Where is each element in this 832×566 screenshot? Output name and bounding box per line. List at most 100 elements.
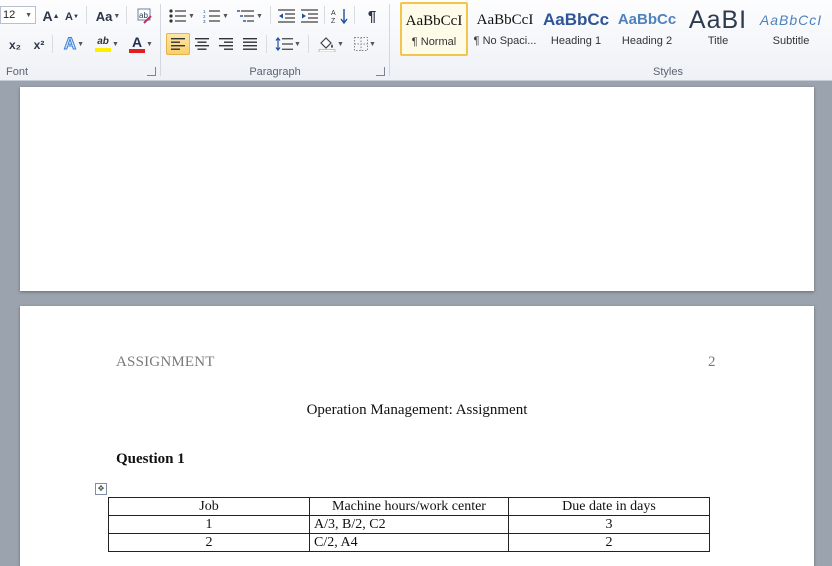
table-cell: 1 — [108, 515, 310, 534]
style-title[interactable]: AaBI Title — [684, 2, 752, 56]
svg-text:Z: Z — [331, 18, 336, 24]
caret-down-icon: ▼ — [73, 14, 79, 20]
table-header-cell: Job — [108, 497, 310, 516]
table-cell: A/3, B/2, C2 — [309, 515, 509, 534]
separator — [52, 35, 53, 53]
paragraph-dialog-launcher[interactable] — [376, 67, 385, 76]
chevron-down-icon: ▼ — [222, 12, 229, 20]
table-header-cell: Due date in days — [508, 497, 710, 516]
table-row: 1 A/3, B/2, C2 3 — [108, 515, 710, 534]
font-group-label: Font — [6, 66, 29, 78]
font-dialog-launcher[interactable] — [147, 67, 156, 76]
table-row: 2 C/2, A4 2 — [108, 533, 710, 552]
style-normal[interactable]: AaBbCcI ¶ Normal — [400, 2, 468, 56]
grow-font-button[interactable]: A ▲ — [40, 5, 62, 27]
line-spacing-icon — [275, 37, 294, 51]
chevron-down-icon: ▼ — [112, 40, 119, 48]
table-cell: 3 — [508, 515, 710, 534]
styles-gallery: AaBbCcI ¶ Normal AaBbCcI ¶ No Spaci... A… — [394, 0, 832, 62]
table-move-handle-icon[interactable]: ✥ — [95, 483, 107, 495]
chevron-down-icon: ▼ — [188, 12, 195, 20]
increase-indent-button[interactable] — [298, 5, 322, 27]
chevron-down-icon: ▼ — [337, 40, 344, 48]
table-cell: 2 — [108, 533, 310, 552]
highlight-color-bar — [95, 48, 112, 52]
justify-button[interactable] — [238, 33, 262, 55]
highlight-button[interactable]: ab ▼ — [90, 33, 124, 55]
page-number: 2 — [708, 354, 716, 370]
ribbon: 12 ▼ A ▲ A ▼ Aa ▼ ab x₂ x² A ▼ ab ▼ A ▼ … — [0, 0, 832, 81]
align-right-button[interactable] — [214, 33, 238, 55]
svg-text:A: A — [331, 10, 336, 17]
group-separator — [160, 4, 161, 76]
bullets-button[interactable]: ▼ — [166, 5, 198, 27]
chevron-down-icon: ▼ — [113, 12, 121, 20]
paragraph-group: ▼ 1 2 3 ▼ ▼ AZ ¶ ▼ ▼ ▼ Paragraph — [162, 0, 388, 80]
chevron-down-icon: ▼ — [294, 40, 301, 48]
shading-bucket-icon — [318, 37, 336, 52]
change-case-button[interactable]: Aa ▼ — [92, 5, 124, 27]
decrease-indent-button[interactable] — [275, 5, 299, 27]
bullets-icon — [169, 9, 187, 23]
shading-button[interactable]: ▼ — [314, 33, 348, 55]
separator — [86, 6, 87, 24]
superscript-button[interactable]: x² — [28, 34, 50, 56]
chevron-down-icon: ▼ — [77, 40, 85, 48]
show-formatting-marks-button[interactable]: ¶ — [360, 5, 384, 27]
align-left-icon — [171, 38, 185, 50]
font-size-value: 12 — [3, 9, 16, 21]
shrink-font-button[interactable]: A ▼ — [62, 6, 82, 28]
align-center-button[interactable] — [190, 33, 214, 55]
table-cell: C/2, A4 — [309, 533, 509, 552]
justify-icon — [243, 38, 257, 50]
font-color-bar — [129, 48, 146, 53]
separator — [270, 6, 271, 24]
paragraph-group-label: Paragraph — [249, 66, 301, 78]
text-effects-button[interactable]: A ▼ — [58, 33, 90, 55]
separator — [354, 6, 355, 24]
separator — [324, 6, 325, 24]
chevron-down-icon: ▼ — [25, 12, 32, 19]
caret-up-icon: ▲ — [52, 12, 60, 20]
separator — [308, 35, 309, 53]
table-cell: 2 — [508, 533, 710, 552]
style-subtitle[interactable]: AaBbCcI Subtitle — [755, 2, 827, 56]
question-heading: Question 1 — [116, 451, 185, 467]
svg-text:3: 3 — [203, 19, 206, 23]
clear-formatting-button[interactable]: ab — [133, 5, 157, 27]
align-right-icon — [219, 38, 233, 50]
styles-group-label: Styles — [653, 66, 683, 78]
font-color-button[interactable]: A ▼ — [124, 33, 158, 55]
table-header-row: Job Machine hours/work center Due date i… — [108, 497, 710, 516]
chevron-down-icon: ▼ — [369, 40, 376, 48]
borders-button[interactable]: ▼ — [348, 33, 382, 55]
style-no-spacing[interactable]: AaBbCcI ¶ No Spaci... — [471, 2, 539, 56]
style-heading-2[interactable]: AaBbCc Heading 2 — [613, 2, 681, 56]
line-spacing-button[interactable]: ▼ — [272, 33, 304, 55]
chevron-down-icon: ▼ — [256, 12, 263, 20]
page-1-bottom — [20, 87, 814, 291]
numbering-icon: 123 — [203, 9, 221, 23]
multilevel-list-icon — [237, 10, 255, 22]
align-left-button[interactable] — [166, 33, 190, 55]
job-table: Job Machine hours/work center Due date i… — [108, 497, 710, 552]
clear-formatting-icon: ab — [137, 8, 152, 24]
sort-icon: AZ — [331, 9, 348, 24]
font-size-box[interactable]: 12 ▼ — [0, 6, 36, 24]
borders-icon — [354, 37, 369, 51]
multilevel-list-button[interactable]: ▼ — [234, 5, 266, 27]
subscript-button[interactable]: x₂ — [4, 34, 26, 56]
document-title: Operation Management: Assignment — [306, 402, 528, 418]
table-header-cell: Machine hours/work center — [309, 497, 509, 516]
align-center-icon — [195, 38, 209, 50]
increase-indent-icon — [301, 9, 318, 23]
sort-button[interactable]: AZ — [328, 5, 352, 27]
separator — [126, 6, 127, 24]
page-2: ASSIGNMENT 2 Operation Management: Assig… — [20, 306, 814, 566]
chevron-down-icon: ▼ — [146, 40, 153, 48]
running-header: ASSIGNMENT — [116, 354, 215, 370]
numbering-button[interactable]: 1 2 3 ▼ — [200, 5, 232, 27]
decrease-indent-icon — [278, 9, 295, 23]
style-heading-1[interactable]: AaBbCc Heading 1 — [542, 2, 610, 56]
font-group: 12 ▼ A ▲ A ▼ Aa ▼ ab x₂ x² A ▼ ab ▼ A ▼ … — [0, 0, 160, 80]
